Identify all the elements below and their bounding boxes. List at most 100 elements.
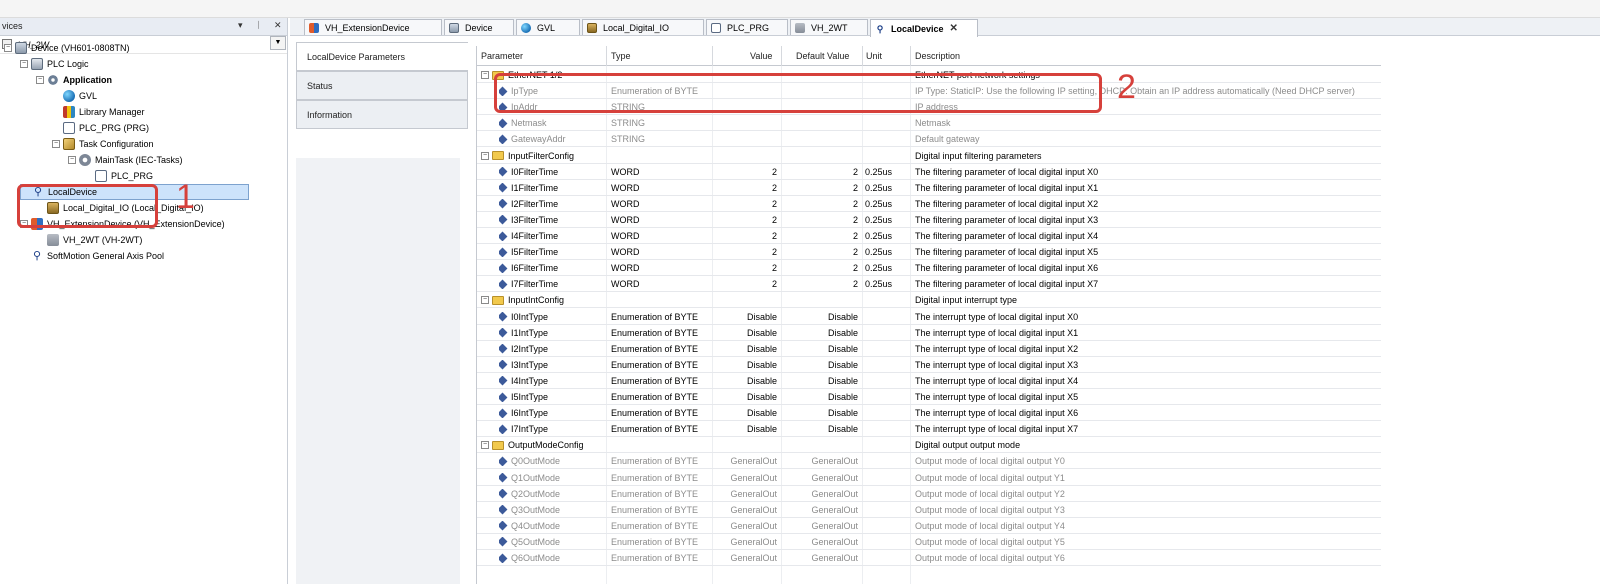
tab-label: VH_2WT <box>811 22 848 33</box>
tab-local-digital-io[interactable]: Local_Digital_IO <box>582 19 704 35</box>
value-cell[interactable]: 2 <box>715 263 777 273</box>
value-cell[interactable]: 2 <box>715 183 777 193</box>
table-row[interactable]: I5FilterTime WORD 2 2 0.25us The filtering pa… <box>477 244 1381 261</box>
close-pane-icon[interactable]: ✕ <box>274 20 282 31</box>
pin-icon[interactable]: ᛁ <box>256 20 261 30</box>
value-cell[interactable]: 2 <box>715 167 777 177</box>
table-row[interactable]: I3IntType Enumeration of BYTE Disable Disab… <box>477 357 1381 373</box>
value-cell[interactable]: GeneralOut <box>715 505 777 515</box>
header-default-value[interactable]: Default Value <box>796 51 849 61</box>
table-row[interactable]: I2IntType Enumeration of BYTE Disable Disab… <box>477 341 1381 357</box>
collapse-icon[interactable]: − <box>52 140 60 148</box>
tree-item-plc-prg-prg[interactable]: PLC_PRG (PRG) <box>52 120 149 136</box>
table-row[interactable]: I2FilterTime WORD 2 2 0.25us The filtering pa… <box>477 196 1381 212</box>
header-unit[interactable]: Unit <box>866 51 882 61</box>
tree-item-maintask-iec-tasks[interactable]: − MainTask (IEC-Tasks) <box>68 152 183 168</box>
value-cell[interactable]: Disable <box>715 376 777 386</box>
tree-item-application[interactable]: − Application <box>36 72 112 88</box>
project-dropdown-button[interactable]: ▼ <box>270 36 286 50</box>
table-row[interactable]: I0FilterTime WORD 2 2 0.25us The filtering pa… <box>477 164 1381 180</box>
type-cell: Enumeration of BYTE <box>611 536 699 547</box>
value-cell[interactable]: GeneralOut <box>715 537 777 547</box>
value-cell[interactable]: GeneralOut <box>715 456 777 466</box>
tree-item-plc-logic[interactable]: − PLC Logic <box>20 56 89 72</box>
tab-plc-prg[interactable]: PLC_PRG <box>706 19 788 35</box>
value-cell[interactable]: 2 <box>715 215 777 225</box>
tree-item-label: MainTask (IEC-Tasks) <box>95 155 183 165</box>
value-cell[interactable]: Disable <box>715 344 777 354</box>
table-row[interactable]: Q4OutMode Enumeration of BYTE GeneralOut Ge… <box>477 518 1381 534</box>
tree-item-softmotion-general-axis-pool[interactable]: ⚲ SoftMotion General Axis Pool <box>20 248 164 264</box>
table-row[interactable]: I3FilterTime WORD 2 2 0.25us The filtering pa… <box>477 212 1381 228</box>
default-value-cell: Disable <box>827 375 858 386</box>
tree-item-task-configuration[interactable]: − Task Configuration <box>52 136 154 152</box>
value-cell[interactable]: GeneralOut <box>715 473 777 483</box>
value-cell[interactable]: 2 <box>715 279 777 289</box>
table-row[interactable]: Q6OutMode Enumeration of BYTE GeneralOut Ge… <box>477 550 1381 566</box>
default-value-cell: 2 <box>852 182 858 193</box>
table-row[interactable]: I1FilterTime WORD 2 2 0.25us The filtering pa… <box>477 180 1381 196</box>
tab-vh-2wt[interactable]: VH_2WT <box>790 19 868 35</box>
value-cell[interactable]: GeneralOut <box>715 553 777 563</box>
tab-device[interactable]: Device <box>444 19 514 35</box>
table-row[interactable]: I0IntType Enumeration of BYTE Disable Disab… <box>477 309 1381 325</box>
table-row[interactable]: Q3OutMode Enumeration of BYTE GeneralOut Ge… <box>477 502 1381 518</box>
default-value-cell: 2 <box>852 198 858 209</box>
module-2wt-icon <box>47 234 59 246</box>
pane-menu-icon[interactable]: ▾ <box>238 20 243 31</box>
table-group-row[interactable]: − InputIntConfig Digital input interrupt t… <box>477 292 1381 309</box>
value-cell[interactable]: 2 <box>715 231 777 241</box>
table-row[interactable]: Q1OutMode Enumeration of BYTE GeneralOut Ge… <box>477 470 1381 486</box>
header-parameter[interactable]: Parameter <box>481 51 523 61</box>
tree-item-device-vh601-0808tn[interactable]: − Device (VH601-0808TN) <box>4 40 130 56</box>
table-row[interactable]: I7FilterTime WORD 2 2 0.25us The filtering pa… <box>477 276 1381 293</box>
table-row[interactable]: Q5OutMode Enumeration of BYTE GeneralOut Ge… <box>477 534 1381 550</box>
table-row[interactable]: I5IntType Enumeration of BYTE Disable Disab… <box>477 389 1381 405</box>
collapse-icon[interactable]: − <box>481 296 489 305</box>
description-cell: Digital input filtering parameters <box>915 150 1042 161</box>
value-cell[interactable]: Disable <box>715 328 777 338</box>
close-tab-icon[interactable]: ✕ <box>950 23 958 34</box>
tree-item-vh-2wt-vh-2wt[interactable]: VH_2WT (VH-2WT) <box>36 232 142 248</box>
collapse-icon[interactable]: − <box>481 151 489 160</box>
value-cell[interactable]: Disable <box>715 360 777 370</box>
tab-vh-extensiondevice[interactable]: VH_ExtensionDevice <box>304 19 442 35</box>
collapse-icon[interactable]: − <box>20 60 28 68</box>
collapse-icon[interactable]: − <box>68 156 76 164</box>
tree-item-plc-prg[interactable]: PLC_PRG <box>84 168 153 184</box>
collapse-icon[interactable]: − <box>4 44 12 52</box>
tab-gvl[interactable]: GVL <box>516 19 580 35</box>
value-cell[interactable]: GeneralOut <box>715 489 777 499</box>
table-group-row[interactable]: − InputFilterConfig Digital input filterin… <box>477 148 1381 164</box>
value-cell[interactable]: Disable <box>715 408 777 418</box>
value-cell[interactable]: Disable <box>715 312 777 322</box>
table-row[interactable]: I4FilterTime WORD 2 2 0.25us The filtering pa… <box>477 228 1381 244</box>
table-group-row[interactable]: − OutputModeConfig Digital output output m… <box>477 437 1381 454</box>
header-type[interactable]: Type <box>611 51 631 61</box>
value-cell[interactable]: Disable <box>715 424 777 434</box>
table-row[interactable]: I4IntType Enumeration of BYTE Disable Disab… <box>477 373 1381 389</box>
header-value[interactable]: Value <box>750 51 772 61</box>
value-cell[interactable]: GeneralOut <box>715 521 777 531</box>
side-tab-localdevice-parameters[interactable]: LocalDevice Parameters <box>296 42 468 71</box>
collapse-icon[interactable]: − <box>481 441 489 450</box>
table-row[interactable]: Q2OutMode Enumeration of BYTE GeneralOut Ge… <box>477 486 1381 502</box>
table-row[interactable]: Netmask STRING Netmask <box>477 115 1381 132</box>
table-row[interactable]: I7IntType Enumeration of BYTE Disable Disab… <box>477 421 1381 438</box>
value-cell[interactable]: Disable <box>715 392 777 402</box>
table-row[interactable]: Q0OutMode Enumeration of BYTE GeneralOut Ge… <box>477 453 1381 470</box>
tab-localdevice[interactable]: ⚲ LocalDevice ✕ <box>870 19 978 37</box>
table-row[interactable]: I6FilterTime WORD 2 2 0.25us The filtering pa… <box>477 260 1381 277</box>
collapse-icon[interactable]: − <box>36 76 44 84</box>
side-tab-status[interactable]: Status <box>296 71 468 100</box>
tree-item-library-manager[interactable]: Library Manager <box>52 104 145 120</box>
value-cell[interactable]: 2 <box>715 199 777 209</box>
value-cell[interactable]: 2 <box>715 247 777 257</box>
table-row[interactable]: I6IntType Enumeration of BYTE Disable Disab… <box>477 405 1381 422</box>
tree-item-gvl[interactable]: GVL <box>52 88 97 104</box>
table-row[interactable]: I1IntType Enumeration of BYTE Disable Disab… <box>477 325 1381 341</box>
table-row[interactable]: GatewayAddr STRING Default gateway <box>477 131 1381 148</box>
header-description[interactable]: Description <box>915 51 960 61</box>
side-tab-information[interactable]: Information <box>296 100 468 129</box>
collapse-icon[interactable]: − <box>481 71 489 79</box>
